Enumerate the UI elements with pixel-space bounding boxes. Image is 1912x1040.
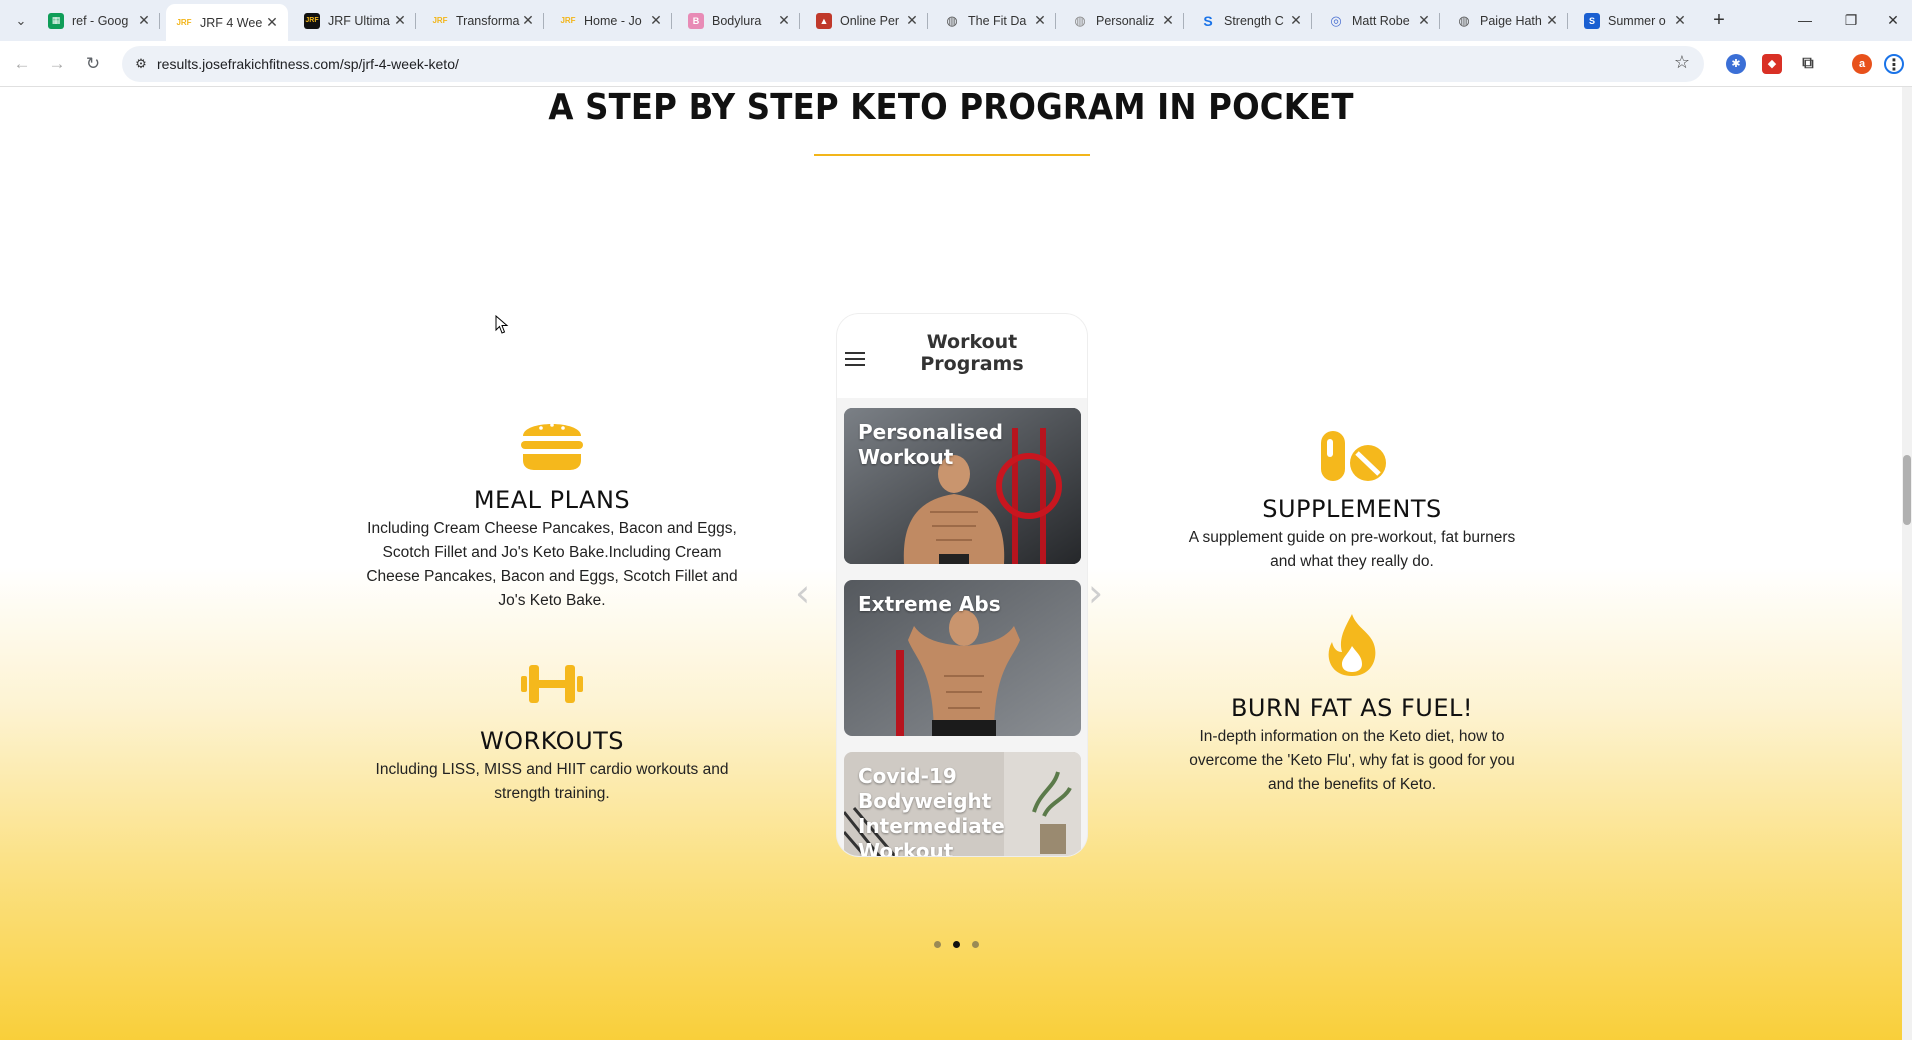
flame-icon <box>1328 614 1376 676</box>
tab-summer-o[interactable]: S Summer o ✕ <box>1574 6 1696 35</box>
globe-icon: ◍ <box>946 12 958 28</box>
tab-strength-c[interactable]: S Strength C ✕ <box>1190 6 1312 35</box>
carousel-next-arrow[interactable]: › <box>1088 571 1103 615</box>
tab-bodylura[interactable]: B Bodylura ✕ <box>678 6 800 35</box>
browser-toolbar: ← → ↻ ⚙ results.josefrakichfitness.com/s… <box>0 41 1912 87</box>
close-tab-icon[interactable]: ✕ <box>1416 12 1432 29</box>
meal-plans-title: MEAL PLANS <box>473 486 631 514</box>
close-tab-icon[interactable]: ✕ <box>1160 12 1176 29</box>
supplements-text: A supplement guide on pre-workout, fat b… <box>1188 529 1516 570</box>
tab-search-button[interactable]: ⌄ <box>10 10 32 32</box>
tab-strip: ⌄ ▦ ref - Goog ✕ JRF JRF 4 Wee ✕ JRF JRF… <box>0 0 1912 41</box>
card-title: Extreme Abs <box>858 592 1001 616</box>
extensions-puzzle-icon[interactable]: ⧉ <box>1798 54 1818 74</box>
carousel-prev-arrow[interactable]: ‹ <box>795 571 810 615</box>
supplements-title: SUPPLEMENTS <box>1262 495 1442 523</box>
tab-online-personal[interactable]: ▲ Online Per ✕ <box>806 6 928 35</box>
page-scrollbar[interactable] <box>1902 87 1912 1040</box>
extension-globe-icon[interactable]: ✱ <box>1726 54 1746 74</box>
meal-plans-text: Including Cream Cheese Pancakes, Bacon a… <box>366 520 738 609</box>
program-card-extreme-abs: Extreme Abs <box>844 580 1081 736</box>
card-title: Personalised Workout <box>858 420 1003 469</box>
tab-personalized[interactable]: ◍ Personaliz ✕ <box>1062 6 1184 35</box>
carousel-dot[interactable] <box>972 941 979 948</box>
workouts-text: Including LISS, MISS and HIIT cardio wor… <box>375 761 729 802</box>
carousel-dot[interactable] <box>934 941 941 948</box>
close-tab-icon[interactable]: ✕ <box>264 14 280 31</box>
tab-jrf-ultimate[interactable]: JRF JRF Ultima ✕ <box>294 6 416 35</box>
burn-fat-text: In-depth information on the Keto diet, h… <box>1189 728 1515 793</box>
s-icon: S <box>1584 12 1600 29</box>
minimize-button[interactable]: — <box>1782 0 1828 41</box>
dumbbell-icon <box>521 665 583 703</box>
page-content: A STEP BY STEP KETO PROGRAM IN POCKET ME… <box>0 87 1912 1040</box>
tab-transformation[interactable]: JRF Transforma ✕ <box>422 6 544 35</box>
page-headline: A STEP BY STEP KETO PROGRAM IN POCKET <box>548 87 1354 128</box>
close-tab-icon[interactable]: ✕ <box>904 12 920 29</box>
close-tab-icon[interactable]: ✕ <box>1672 12 1688 29</box>
phone-app-title: Workout Programs <box>920 331 1024 375</box>
close-window-button[interactable]: ✕ <box>1874 0 1912 41</box>
sheets-icon: ▦ <box>48 12 64 29</box>
tab-matt-robe[interactable]: ◎ Matt Robe ✕ <box>1318 6 1440 35</box>
hamburger-menu-icon <box>845 352 865 370</box>
burger-icon <box>521 423 583 470</box>
restore-button[interactable]: ❐ <box>1828 0 1874 41</box>
close-tab-icon[interactable]: ✕ <box>1544 12 1560 29</box>
jrf-icon: JRF <box>176 18 192 27</box>
new-tab-button[interactable]: + <box>1706 8 1732 34</box>
strength-icon: S <box>1203 12 1213 29</box>
close-tab-icon[interactable]: ✕ <box>1032 12 1048 29</box>
pills-icon <box>1321 431 1386 481</box>
close-tab-icon[interactable]: ✕ <box>520 12 536 29</box>
close-tab-icon[interactable]: ✕ <box>136 12 152 29</box>
workouts-title: WORKOUTS <box>479 727 625 755</box>
close-tab-icon[interactable]: ✕ <box>648 12 664 29</box>
feature-supplements: SUPPLEMENTS A supplement guide on pre-wo… <box>1175 429 1529 574</box>
tab-jrf-4-week-keto[interactable]: JRF JRF 4 Wee ✕ <box>166 4 288 41</box>
tab-ref-google-sheets[interactable]: ▦ ref - Goog ✕ <box>38 6 160 35</box>
address-bar[interactable]: ⚙ results.josefrakichfitness.com/sp/jrf-… <box>122 46 1704 82</box>
dumbbell-icon: ▲ <box>816 12 832 29</box>
scrollbar-thumb[interactable] <box>1903 455 1911 525</box>
jrf-icon: JRF <box>432 16 448 25</box>
program-card-covid-bodyweight: Covid-19 Bodyweight Intermediate Workout <box>844 752 1081 856</box>
jrf-dark-icon: JRF <box>304 12 320 29</box>
close-tab-icon[interactable]: ✕ <box>392 12 408 29</box>
carousel-dot-active[interactable] <box>953 941 960 948</box>
m-icon: ◎ <box>1330 12 1342 28</box>
extension-shield-icon[interactable]: ◆ <box>1762 54 1782 74</box>
tab-home-jo[interactable]: JRF Home - Jo ✕ <box>550 6 672 35</box>
menu-kebab-icon[interactable]: ⋮ <box>1884 54 1904 74</box>
program-card-personalised: Personalised Workout <box>844 408 1081 564</box>
bodylura-icon: B <box>688 12 704 29</box>
close-tab-icon[interactable]: ✕ <box>1288 12 1304 29</box>
globe-icon: ◍ <box>1458 12 1470 28</box>
tab-paige-hath[interactable]: ◍ Paige Hath ✕ <box>1446 6 1568 35</box>
carousel-pagination <box>928 935 985 953</box>
phone-app-header: Workout Programs <box>837 314 1087 398</box>
feature-meal-plans: MEAL PLANS Including Cream Cheese Pancak… <box>366 414 738 613</box>
feature-workouts: WORKOUTS Including LISS, MISS and HIIT c… <box>366 659 738 806</box>
phone-mockup: Workout Programs Personalised Workout Ex… <box>837 314 1087 856</box>
close-tab-icon[interactable]: ✕ <box>776 12 792 29</box>
headline-underline <box>814 154 1090 156</box>
bookmark-star-icon[interactable]: ☆ <box>1674 52 1690 73</box>
globe-icon: ◍ <box>1074 12 1086 28</box>
site-info-icon[interactable]: ⚙ <box>132 55 150 73</box>
jrf-icon: JRF <box>560 16 576 25</box>
reload-button[interactable]: ↻ <box>79 50 107 78</box>
forward-button[interactable]: → <box>43 50 71 78</box>
profile-avatar[interactable]: a <box>1852 54 1872 74</box>
mouse-cursor-icon <box>495 315 509 334</box>
tab-the-fit-da[interactable]: ◍ The Fit Da ✕ <box>934 6 1056 35</box>
feature-burn-fat: BURN FAT AS FUEL! In-depth information o… <box>1175 612 1529 797</box>
back-button[interactable]: ← <box>8 50 36 78</box>
burn-fat-title: BURN FAT AS FUEL! <box>1230 694 1474 722</box>
url-text[interactable]: results.josefrakichfitness.com/sp/jrf-4-… <box>157 56 459 72</box>
card-title: Covid-19 Bodyweight Intermediate Workout <box>858 764 1005 856</box>
